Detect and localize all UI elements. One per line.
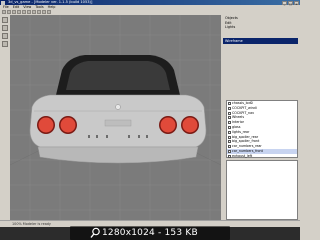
checkbox-icon[interactable]	[228, 125, 231, 129]
image-info-text: 1280x1024 - 153 KB	[102, 228, 198, 238]
checkbox-icon[interactable]	[228, 149, 231, 153]
tree-item[interactable]: exhaust_left	[227, 154, 297, 159]
car-model	[29, 55, 207, 164]
move-icon[interactable]	[27, 10, 31, 14]
maximize-button[interactable]: □	[288, 0, 293, 6]
rotate-icon[interactable]	[32, 10, 36, 14]
checkbox-icon[interactable]	[228, 140, 231, 144]
minimize-button[interactable]: _	[282, 0, 287, 6]
tree-empty-area	[226, 160, 298, 220]
scale-icon[interactable]	[37, 10, 41, 14]
undo-icon[interactable]	[17, 10, 21, 14]
new-file-icon[interactable]	[2, 10, 6, 14]
open-file-icon[interactable]	[7, 10, 11, 14]
checkbox-icon[interactable]	[228, 130, 231, 134]
status-text: 100% Modeler is ready	[12, 222, 51, 226]
checkbox-icon[interactable]	[228, 102, 231, 105]
checkbox-icon[interactable]	[228, 135, 231, 139]
checkbox-icon[interactable]	[228, 116, 231, 120]
checkbox-icon[interactable]	[228, 106, 231, 110]
app-icon	[1, 0, 5, 5]
object-tree: chassis_lod0 COCKPIT_windi COCKPIT_nav W…	[226, 100, 298, 158]
selected-field[interactable]: Wireframe	[223, 38, 298, 44]
orbit-tool-icon[interactable]	[2, 33, 8, 39]
magnify-icon[interactable]	[90, 227, 100, 239]
checkbox-icon[interactable]	[228, 154, 231, 158]
save-icon[interactable]	[12, 10, 16, 14]
checkbox-icon[interactable]	[228, 121, 231, 125]
checkbox-icon[interactable]	[228, 111, 231, 115]
redo-icon[interactable]	[22, 10, 26, 14]
window-controls: _ □ ×	[282, 0, 299, 6]
pointer-tool-icon[interactable]	[2, 17, 8, 23]
viewport-canvas	[10, 15, 221, 220]
panel-options: Objects Edit Lights	[223, 16, 298, 38]
close-button[interactable]: ×	[294, 0, 299, 6]
select-icon[interactable]	[42, 10, 46, 14]
panel-row-lights[interactable]: Lights	[223, 25, 298, 30]
checkbox-icon[interactable]	[228, 145, 231, 149]
zoom-icon[interactable]	[47, 10, 51, 14]
zoom-tool-icon[interactable]	[2, 41, 8, 47]
pan-tool-icon[interactable]	[2, 25, 8, 31]
3d-viewport[interactable]	[10, 15, 221, 220]
